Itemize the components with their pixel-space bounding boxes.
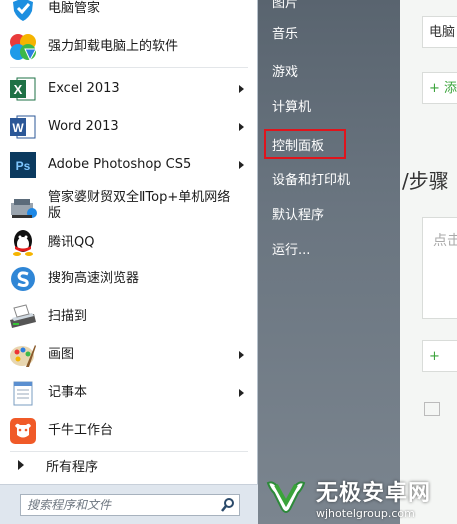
excel-icon: X <box>8 74 38 104</box>
bg-textarea-placeholder: 点击 <box>433 233 457 249</box>
bg-step-heading: /步骤 <box>402 169 449 193</box>
program-excel-2013[interactable]: X Excel 2013 <box>8 72 252 106</box>
submenu-arrow-icon[interactable] <box>239 85 244 93</box>
start-menu: 电脑管家 强力卸载电脑上的软件 X Excel 2013 W Word 2013… <box>0 0 400 524</box>
qq-icon <box>8 228 38 258</box>
watermark-logo-icon <box>266 481 306 513</box>
program-label: 强力卸载电脑上的软件 <box>48 39 179 54</box>
watermark-url: wjhotelgroup.com <box>316 506 415 520</box>
program-qianniu[interactable]: 千牛工作台 <box>8 414 252 448</box>
search-bar <box>0 484 258 524</box>
scanner-icon <box>8 302 38 332</box>
installer-icon <box>8 191 38 221</box>
program-tencent-qq[interactable]: 腾讯QQ <box>8 226 252 260</box>
watermark-name: 无极安卓网 <box>316 480 432 506</box>
program-photoshop-cs5[interactable]: Ps Adobe Photoshop CS5 <box>8 148 252 182</box>
right-item-pictures[interactable]: 图片 <box>272 0 298 11</box>
notepad-icon <box>8 378 38 408</box>
program-label: 搜狗高速浏览器 <box>48 271 140 286</box>
sogou-browser-icon <box>8 264 38 294</box>
program-label: 管家婆财贸双全ⅡTop+单机网络版 <box>48 190 231 221</box>
svg-text:Ps: Ps <box>16 159 31 173</box>
places-pane: 图片 音乐 游戏 计算机 控制面板 设备和打印机 默认程序 运行... <box>258 0 400 524</box>
watermark: 无极安卓网 wjhotelgroup.com <box>262 470 457 524</box>
program-tencent-pc-manager[interactable]: 电脑管家 <box>8 0 252 24</box>
bg-textarea[interactable]: 点击 <box>422 217 457 319</box>
program-label: Adobe Photoshop CS5 <box>48 157 192 172</box>
programs-pane: 电脑管家 强力卸载电脑上的软件 X Excel 2013 W Word 2013… <box>0 0 258 524</box>
program-guanjiapo[interactable]: 管家婆财贸双全ⅡTop+单机网络版 <box>8 186 252 226</box>
bg-add-button-2[interactable]: + <box>422 340 457 372</box>
word-icon: W <box>8 112 38 142</box>
right-item-games[interactable]: 游戏 <box>272 61 298 80</box>
program-paint[interactable]: 画图 <box>8 338 252 372</box>
search-input[interactable] <box>20 494 240 516</box>
program-word-2013[interactable]: W Word 2013 <box>8 110 252 144</box>
background-app-window: 电脑 + 添 /步骤 点击 + <box>400 0 457 524</box>
paint-icon <box>8 340 38 370</box>
shield-icon <box>8 0 38 24</box>
submenu-arrow-icon[interactable] <box>239 351 244 359</box>
uninstall-icon <box>8 32 38 62</box>
svg-text:W: W <box>12 121 24 135</box>
program-label: Word 2013 <box>48 119 119 134</box>
program-label: Excel 2013 <box>48 81 120 96</box>
right-item-default-programs[interactable]: 默认程序 <box>272 204 324 223</box>
all-programs-button[interactable]: 所有程序 <box>8 452 252 478</box>
program-label: 千牛工作台 <box>48 423 114 438</box>
program-label: 扫描到 <box>48 309 88 324</box>
qianniu-icon <box>8 416 38 446</box>
program-label: 腾讯QQ <box>48 235 95 250</box>
photoshop-icon: Ps <box>8 150 38 180</box>
submenu-arrow-icon[interactable] <box>239 123 244 131</box>
image-icon <box>424 402 440 416</box>
separator <box>10 67 248 68</box>
submenu-arrow-icon[interactable] <box>239 161 244 169</box>
right-item-devices-printers[interactable]: 设备和打印机 <box>272 169 350 188</box>
bg-add-button[interactable]: + 添 <box>422 72 457 104</box>
right-item-run[interactable]: 运行... <box>272 239 310 258</box>
highlight-box <box>264 129 346 159</box>
program-uninstaller[interactable]: 强力卸载电脑上的软件 <box>8 30 252 64</box>
program-label: 电脑管家 <box>48 1 101 16</box>
submenu-arrow-icon[interactable] <box>239 389 244 397</box>
program-sogou-browser[interactable]: 搜狗高速浏览器 <box>8 262 252 296</box>
right-item-computer[interactable]: 计算机 <box>272 96 311 115</box>
right-item-music[interactable]: 音乐 <box>272 23 298 42</box>
expand-arrow-icon <box>18 460 24 470</box>
program-notepad[interactable]: 记事本 <box>8 376 252 410</box>
search-icon[interactable] <box>220 497 236 513</box>
bg-text-field[interactable]: 电脑 <box>422 16 457 48</box>
program-label: 记事本 <box>48 385 88 400</box>
all-programs-label: 所有程序 <box>46 459 99 475</box>
svg-text:X: X <box>14 82 23 97</box>
program-label: 画图 <box>48 347 75 362</box>
program-scan-to[interactable]: 扫描到 <box>8 300 252 334</box>
